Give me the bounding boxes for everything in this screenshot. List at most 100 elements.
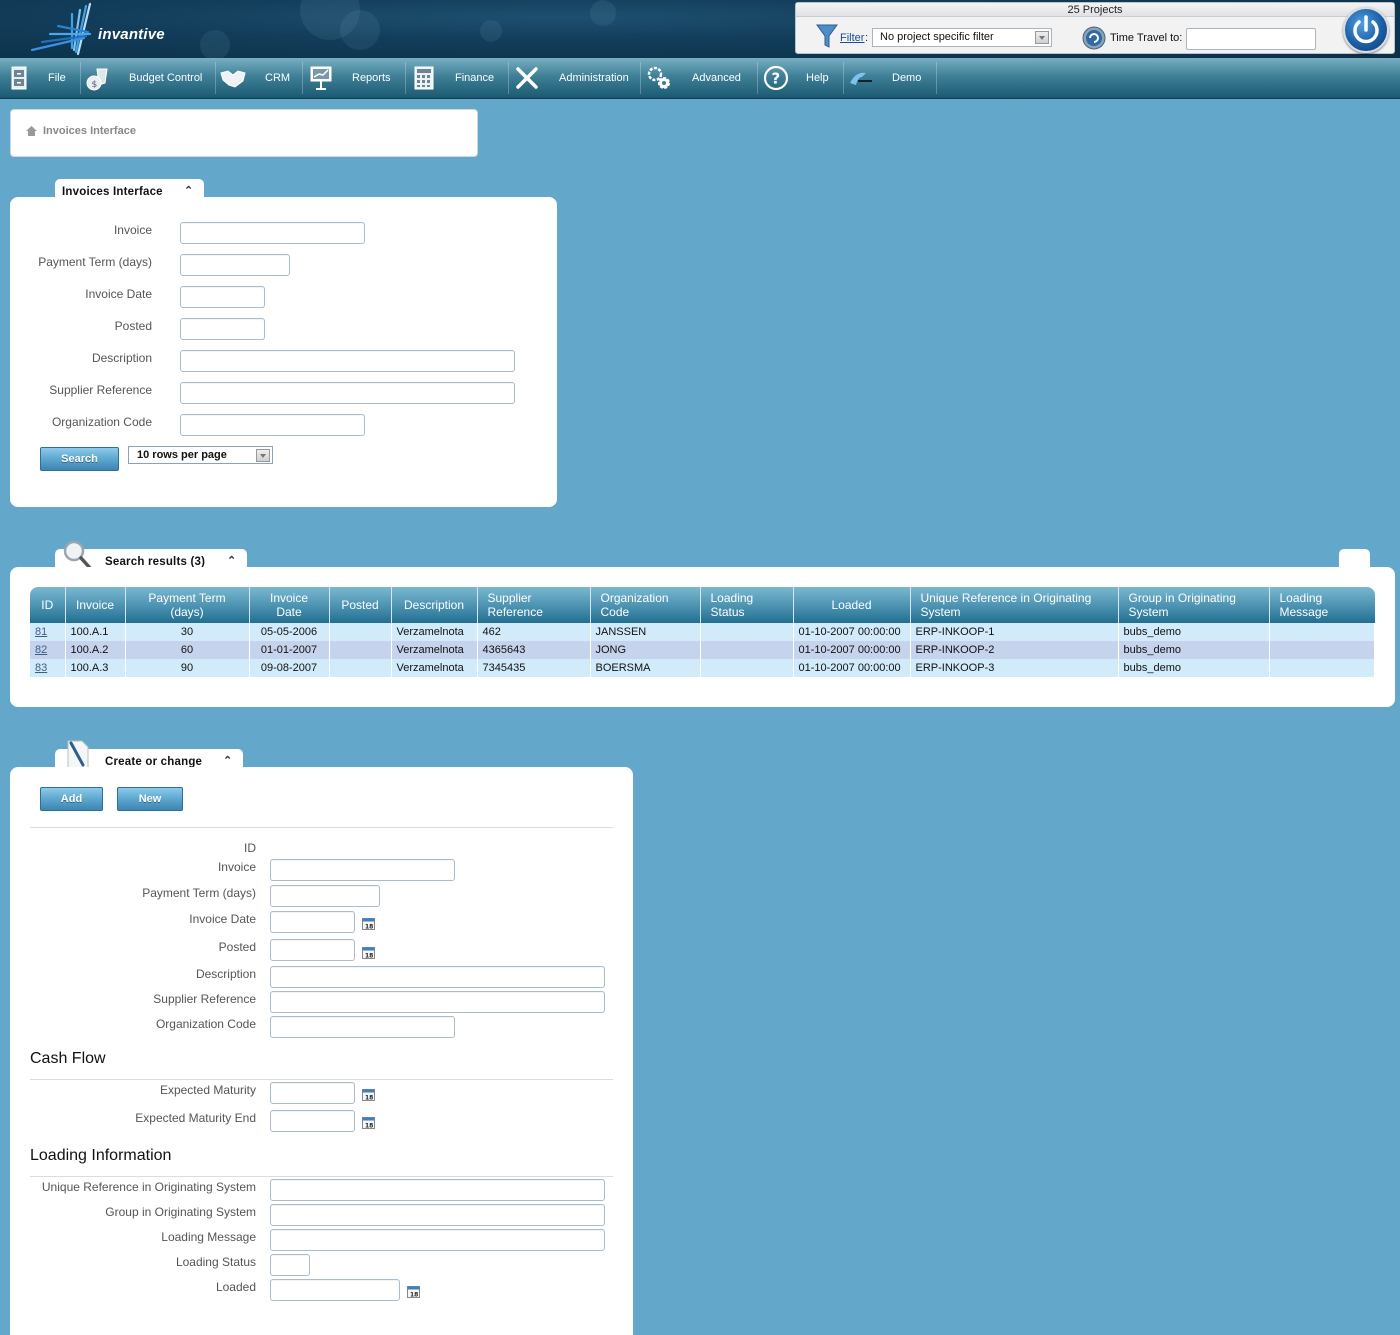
column-header-group[interactable]: Group in Originating System <box>1118 587 1270 623</box>
column-header-posted[interactable]: Posted <box>329 587 392 623</box>
edit-unique-reference-input[interactable] <box>270 1179 605 1201</box>
edit-posted-input[interactable] <box>270 939 355 961</box>
table-cell: 90 <box>125 659 250 677</box>
calendar-icon[interactable]: 18 <box>362 1116 375 1129</box>
edit-supplier-reference-input[interactable] <box>270 991 605 1013</box>
collapse-icon[interactable]: ⌃ <box>227 554 236 567</box>
logout-button[interactable] <box>1343 7 1389 53</box>
table-row[interactable]: 83 100.A.3 90 09-08-2007 Verzamelnota 7345435… <box>30 659 1375 677</box>
search-posted-input[interactable] <box>180 318 265 340</box>
column-header-organization-code[interactable]: Organization Code <box>590 587 701 623</box>
app-header: invantive 25 Projects Filter : No projec… <box>0 0 1400 58</box>
menu-reports[interactable]: Reports <box>303 58 405 98</box>
edit-invoice-date-input[interactable] <box>270 911 355 933</box>
question-icon: ? <box>763 65 789 91</box>
row-id-link[interactable]: 81 <box>35 626 47 638</box>
edit-loading-status-input[interactable] <box>270 1254 310 1276</box>
edit-loaded-input[interactable] <box>270 1279 400 1301</box>
table-cell: ERP-INKOOP-1 <box>910 623 1119 641</box>
row-id-link[interactable]: 82 <box>35 644 47 656</box>
row-id-link[interactable]: 83 <box>35 662 47 674</box>
search-organization-code-input[interactable] <box>180 414 365 436</box>
table-cell: 81 <box>30 623 66 641</box>
file-cabinet-icon <box>11 66 27 90</box>
table-cell: 30 <box>125 623 250 641</box>
column-header-description[interactable]: Description <box>391 587 478 623</box>
table-cell: 4365643 <box>477 641 591 659</box>
time-travel-input[interactable] <box>1186 28 1316 50</box>
search-invoice-date-input[interactable] <box>180 286 265 308</box>
menu-demo[interactable]: Demo <box>844 58 936 98</box>
column-header-supplier-reference[interactable]: Supplier Reference <box>477 587 591 623</box>
search-button[interactable]: Search <box>40 447 119 471</box>
edit-expected-maturity-end-input[interactable] <box>270 1110 355 1132</box>
edit-payment-term-input[interactable] <box>270 885 380 907</box>
filter-link[interactable]: Filter <box>840 32 864 44</box>
column-header-loading-message[interactable]: Loading Message <box>1269 587 1375 623</box>
column-header-unique-reference[interactable]: Unique Reference in Originating System <box>910 587 1119 623</box>
cash-flow-heading: Cash Flow <box>30 1050 106 1067</box>
edit-organization-code-input[interactable] <box>270 1016 455 1038</box>
add-button[interactable]: Add <box>40 787 103 811</box>
search-invoice-input[interactable] <box>180 222 365 244</box>
search-description-input[interactable] <box>180 350 515 372</box>
svg-text:18: 18 <box>365 953 373 960</box>
menu-crm[interactable]: CRM <box>216 58 302 98</box>
rows-per-page-select[interactable]: 10 rows per page <box>128 446 273 464</box>
column-header-loaded[interactable]: Loaded <box>793 587 911 623</box>
invantive-logo[interactable]: invantive <box>28 2 165 56</box>
column-header-payment-term[interactable]: Payment Term (days) <box>125 587 250 623</box>
table-row[interactable]: 81 100.A.1 30 05-05-2006 Verzamelnota 462 JANS… <box>30 623 1375 641</box>
table-cell: 01-10-2007 00:00:00 <box>793 623 911 641</box>
table-cell <box>1269 659 1375 677</box>
menu-advanced[interactable]: Advanced <box>641 58 757 98</box>
edit-expected-maturity-input[interactable] <box>270 1082 355 1104</box>
table-cell <box>1269 641 1375 659</box>
project-filter-select[interactable]: No project specific filter <box>872 28 1052 47</box>
table-cell: 01-01-2007 <box>249 641 330 659</box>
menu-administration[interactable]: Administration <box>509 58 640 98</box>
table-cell <box>329 623 392 641</box>
search-payment-term-input[interactable] <box>180 254 290 276</box>
edit-panel: Add New ID Invoice Payment Term (days) I… <box>10 767 633 1335</box>
svg-text:18: 18 <box>365 1123 373 1130</box>
home-icon[interactable] <box>26 126 37 136</box>
collapse-icon[interactable]: ⌃ <box>223 754 232 767</box>
loading-information-heading: Loading Information <box>30 1147 172 1164</box>
calendar-icon[interactable]: 18 <box>362 946 375 959</box>
column-header-invoice[interactable]: Invoice <box>65 587 126 623</box>
column-header-id[interactable]: ID <box>30 587 66 623</box>
new-button[interactable]: New <box>117 787 183 811</box>
table-cell <box>329 659 392 677</box>
svg-text:18: 18 <box>365 924 373 931</box>
calendar-icon[interactable]: 18 <box>362 917 375 930</box>
table-cell: bubs_demo <box>1118 641 1270 659</box>
column-header-loading-status[interactable]: Loading Status <box>700 587 794 623</box>
table-row[interactable]: 82 100.A.2 60 01-01-2007 Verzamelnota 4365643… <box>30 641 1375 659</box>
table-cell: Verzamelnota <box>391 659 478 677</box>
menu-help[interactable]: ? Help <box>758 58 843 98</box>
money-bag-icon: $ <box>86 68 108 91</box>
collapse-icon[interactable]: ⌃ <box>184 184 193 197</box>
svg-text:18: 18 <box>410 1292 418 1299</box>
demo-logo-icon <box>850 72 872 85</box>
edit-description-input[interactable] <box>270 966 605 988</box>
breadcrumb: Invoices Interface <box>10 109 478 157</box>
table-header-row: ID Invoice Payment Term (days) Invoice D… <box>30 587 1375 623</box>
calculator-icon <box>414 66 434 90</box>
column-header-invoice-date[interactable]: Invoice Date <box>249 587 330 623</box>
edit-invoice-input[interactable] <box>270 859 455 881</box>
calendar-icon[interactable]: 18 <box>407 1285 420 1298</box>
table-cell: 100.A.2 <box>65 641 126 659</box>
menu-finance[interactable]: Finance <box>406 58 508 98</box>
edit-loading-message-input[interactable] <box>270 1229 605 1251</box>
table-cell: 462 <box>477 623 591 641</box>
table-cell <box>700 659 794 677</box>
menu-budget-control[interactable]: $ Budget Control <box>81 58 215 98</box>
search-supplier-reference-input[interactable] <box>180 382 515 404</box>
edit-group-input[interactable] <box>270 1204 605 1226</box>
menu-file[interactable]: File <box>0 58 80 98</box>
time-travel-icon <box>1082 26 1106 50</box>
calendar-icon[interactable]: 18 <box>362 1088 375 1101</box>
table-cell: JANSSEN <box>590 623 701 641</box>
